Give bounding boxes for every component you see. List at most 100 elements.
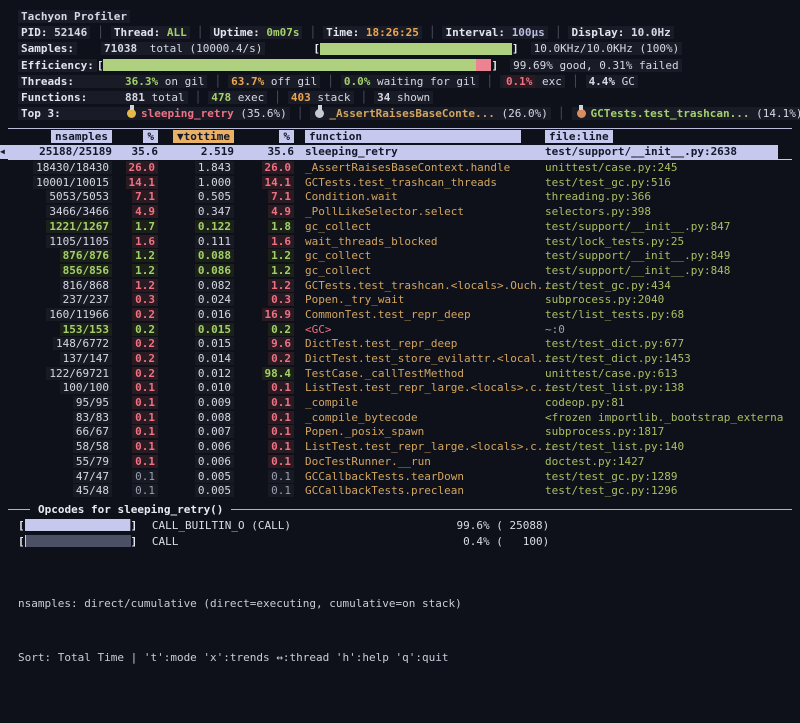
- cell-file-line-col: test/test_gc.py:434: [534, 279, 800, 292]
- cell-tottime-col: 0.009: [158, 396, 234, 409]
- table-row[interactable]: 5053/50537.10.5057.1Condition.waitthread…: [0, 190, 800, 205]
- table-row[interactable]: 83/830.10.0080.1_compile_bytecode<frozen…: [0, 410, 800, 425]
- table-row[interactable]: 45/480.10.0050.1GCCallbackTests.preclean…: [0, 483, 800, 498]
- cell-function-col: gc_collect: [294, 220, 534, 233]
- cell-cumulative-pct: 98.4: [262, 367, 295, 380]
- cell-cumulative-pct-col: 0.1: [234, 425, 294, 438]
- stat-segment: 478 exec: [208, 91, 267, 104]
- cell-direct-pct: 26.0: [126, 161, 159, 174]
- cell-tottime: 0.010: [195, 381, 234, 394]
- table-row[interactable]: 95/950.10.0090.1_compilecodeop.py:81: [0, 395, 800, 410]
- status-label: Display:: [571, 26, 631, 39]
- cell-cumulative-pct-col: 1.2: [234, 249, 294, 262]
- status-value: ALL: [167, 26, 187, 39]
- cell-function-col: DictTest.test_repr_deep: [294, 337, 534, 350]
- table-row[interactable]: 1221/12671.70.1221.8gc_collecttest/suppo…: [0, 219, 800, 234]
- cell-direct-pct: 0.2: [132, 367, 158, 380]
- cell-nsamples-col: 856/856: [14, 264, 112, 277]
- cell-file-line-col: test/support/__init__.py:847: [534, 220, 800, 233]
- functions-line: Functions:881 total│478 exec│403 stack│3…: [18, 89, 800, 105]
- status-item: Display: 10.0Hz: [568, 26, 673, 39]
- cell-function: Popen._try_wait: [305, 293, 404, 306]
- table-row[interactable]: 10001/1001514.11.00014.1GCTests.test_tra…: [0, 175, 800, 190]
- cell-function: sleeping_retry: [305, 145, 398, 158]
- cell-tottime-col: 0.008: [158, 411, 234, 424]
- table-row[interactable]: 160/119660.20.01616.9CommonTest.test_rep…: [0, 307, 800, 322]
- line-label: Threads:: [18, 75, 122, 88]
- column-header-file-line[interactable]: file:line: [545, 130, 613, 143]
- cell-tottime: 0.082: [195, 279, 234, 292]
- cell-tottime: 0.007: [195, 425, 234, 438]
- opcode-gauge-open: [: [18, 519, 25, 532]
- column-header-direct-pct[interactable]: %: [143, 130, 158, 143]
- cell-nsamples: 58/58: [73, 440, 112, 453]
- column-header-function[interactable]: function: [305, 130, 521, 143]
- cell-nsamples-col: 47/47: [14, 470, 112, 483]
- cell-cumulative-pct-col: 0.1: [234, 484, 294, 497]
- table-row[interactable]: 237/2370.30.0240.3Popen._try_waitsubproc…: [0, 292, 800, 307]
- table-row[interactable]: 856/8561.20.0861.2gc_collecttest/support…: [0, 263, 800, 278]
- cell-cumulative-pct: 35.6: [268, 145, 295, 158]
- table-row[interactable]: 3466/34664.90.3474.9_PollLikeSelector.se…: [0, 204, 800, 219]
- stat-segment: 881 total: [122, 91, 188, 104]
- cell-nsamples: 25188/25189: [39, 145, 112, 158]
- cell-file-line: test/test_list.py:140: [545, 440, 684, 453]
- table-row[interactable]: 148/67720.20.0159.6DictTest.test_repr_de…: [0, 337, 800, 352]
- column-header-tottime-sorted[interactable]: ▼tottime: [173, 130, 234, 143]
- samples-gauge-open: [: [313, 42, 320, 55]
- table-row[interactable]: 122/697210.20.01298.4TestCase._callTestM…: [0, 366, 800, 381]
- cell-file-line: test/test_gc.py:516: [545, 176, 671, 189]
- cell-file-line: selectors.py:398: [545, 205, 651, 218]
- cell-file-line: ~:0: [545, 323, 565, 336]
- cell-nsamples-col: 816/868: [14, 279, 112, 292]
- medal-icon: [315, 109, 324, 118]
- stat-value: 881: [125, 91, 145, 104]
- top3-item[interactable]: _AssertRaisesBaseConte... (26.0%): [310, 107, 551, 120]
- cell-function: wait_threads_blocked: [305, 235, 437, 248]
- table-row[interactable]: 137/1470.20.0140.2DictTest.test_store_ev…: [0, 351, 800, 366]
- cell-tottime-col: 2.519: [158, 145, 234, 158]
- cell-file-line-col: test/test_dict.py:1453: [534, 352, 800, 365]
- cell-cumulative-pct: 0.2: [268, 352, 294, 365]
- table-row[interactable]: 876/8761.20.0881.2gc_collecttest/support…: [0, 248, 800, 263]
- cell-file-line: test/test_gc.py:1289: [545, 470, 677, 483]
- cell-cumulative-pct-col: 0.1: [234, 470, 294, 483]
- cell-cumulative-pct: 7.1: [268, 190, 294, 203]
- cell-direct-pct-col: 0.2: [112, 323, 158, 336]
- table-row-selected[interactable]: ◀25188/2518935.62.51935.6sleeping_retryt…: [0, 145, 778, 160]
- cell-direct-pct-col: 1.7: [112, 220, 158, 233]
- cell-function: gc_collect: [305, 220, 371, 233]
- footer-legend: nsamples: direct/cumulative (direct=exec…: [18, 595, 462, 613]
- table-row[interactable]: 58/580.10.0060.1ListTest.test_repr_large…: [0, 439, 800, 454]
- stat-value: 478: [211, 91, 231, 104]
- cell-direct-pct-col: 26.0: [112, 161, 158, 174]
- column-header-cumulative-pct[interactable]: %: [279, 130, 294, 143]
- cell-cumulative-pct: 0.2: [268, 323, 294, 336]
- separator: │: [188, 91, 209, 104]
- table-row[interactable]: 100/1000.10.0100.1ListTest.test_repr_lar…: [0, 381, 800, 396]
- cell-file-line: test/list_tests.py:68: [545, 308, 684, 321]
- table-row[interactable]: 1105/11051.60.1111.6wait_threads_blocked…: [0, 234, 800, 249]
- cell-function-col: _compile: [294, 396, 534, 409]
- table-row[interactable]: 18430/1843026.01.84326.0_AssertRaisesBas…: [0, 160, 800, 175]
- cell-nsamples: 1105/1105: [46, 235, 112, 248]
- table-row[interactable]: 47/470.10.0050.1GCCallbackTests.tearDown…: [0, 469, 800, 484]
- cell-function: ListTest.test_repr_large.<locals>.c...: [305, 440, 557, 453]
- cell-tottime-col: 0.014: [158, 352, 234, 365]
- cell-tottime: 0.016: [195, 308, 234, 321]
- table-row[interactable]: 816/8681.20.0821.2GCTests.test_trashcan.…: [0, 278, 800, 293]
- cell-direct-pct-col: 1.6: [112, 235, 158, 248]
- cell-file-line: test/support/__init__.py:849: [545, 249, 730, 262]
- top3-item[interactable]: sleeping_retry (35.6%): [122, 107, 290, 120]
- table-row[interactable]: 55/790.10.0060.1DocTestRunner.__rundocte…: [0, 454, 800, 469]
- cell-cumulative-pct-col: 0.1: [234, 440, 294, 453]
- cell-direct-pct: 1.2: [132, 249, 158, 262]
- separator: │: [302, 26, 323, 39]
- cell-cumulative-pct: 0.1: [268, 381, 294, 394]
- cell-tottime-col: 0.016: [158, 308, 234, 321]
- cell-file-line: <frozen importlib._bootstrap_externa: [545, 411, 783, 424]
- top3-item[interactable]: GCTests.test_trashcan... (14.1%): [572, 107, 800, 120]
- table-row[interactable]: 153/1530.20.0150.2<GC>~:0: [0, 322, 800, 337]
- table-row[interactable]: 66/670.10.0070.1Popen._posix_spawnsubpro…: [0, 425, 800, 440]
- column-header-nsamples[interactable]: nsamples: [51, 130, 112, 143]
